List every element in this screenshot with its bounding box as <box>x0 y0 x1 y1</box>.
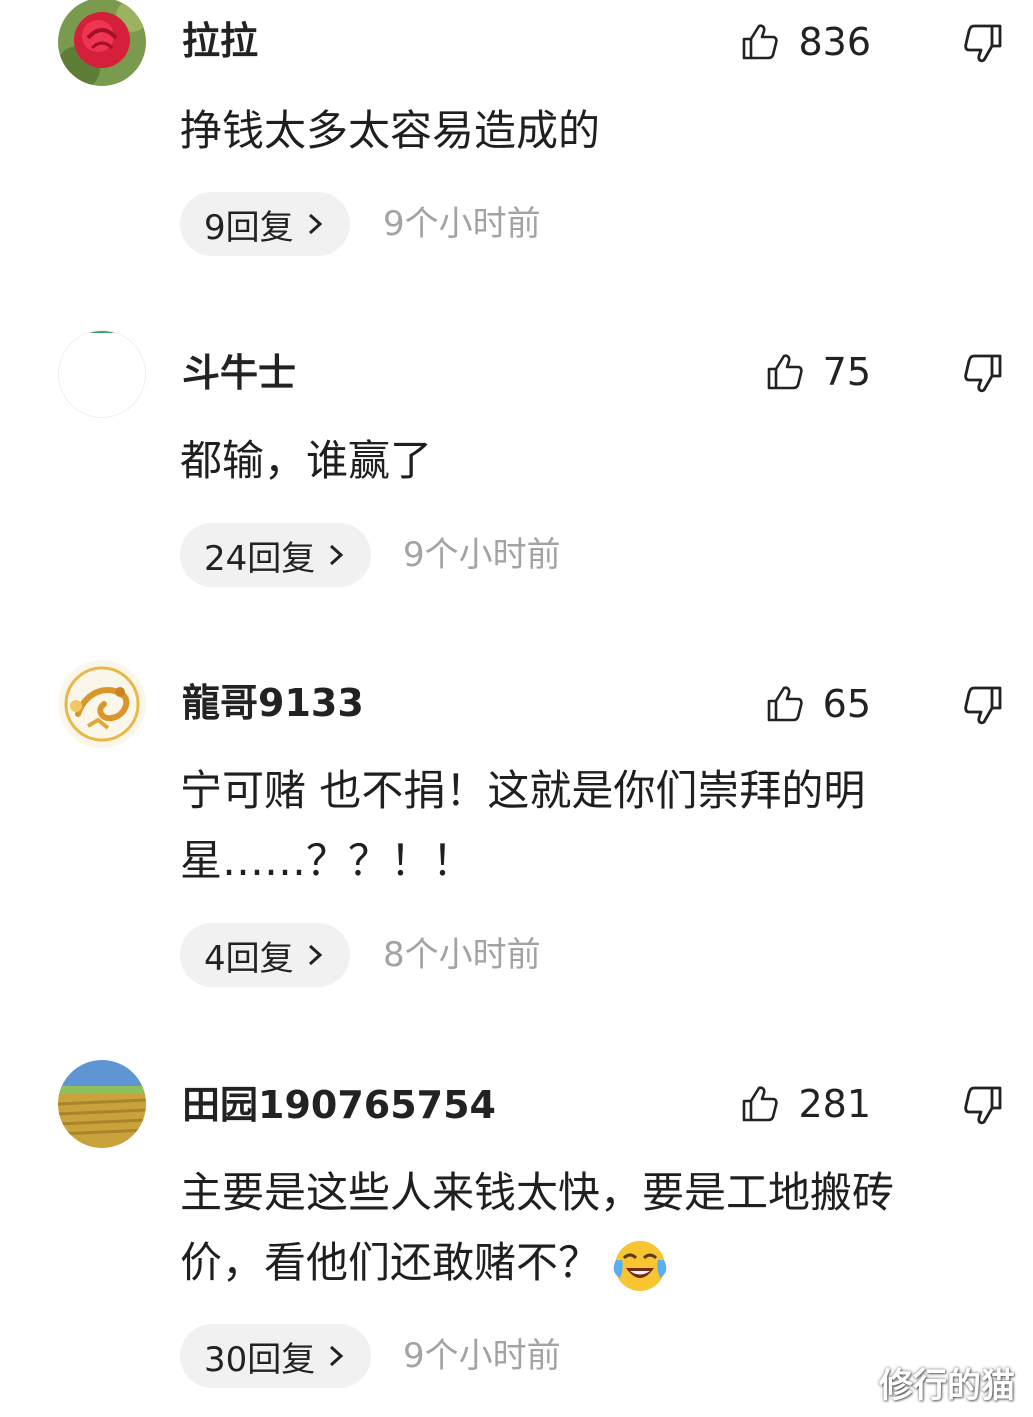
thumb-down-icon[interactable] <box>960 684 1004 728</box>
like-count: 65 <box>822 682 871 726</box>
thumb-up-icon <box>743 24 779 60</box>
thumb-up-icon <box>743 1086 779 1122</box>
reply-count: 30回复 <box>204 1339 316 1380</box>
like-count: 281 <box>798 1082 871 1126</box>
reply-button[interactable]: 9回复 <box>180 192 350 256</box>
comment-text: 宁可赌 也不捐！这就是你们崇拜的明 星……？？！！ <box>180 756 980 896</box>
comment-line-text: 价，看他们还敢赌不？ <box>180 1238 601 1287</box>
username[interactable]: 田园190765754 <box>182 1086 496 1124</box>
like-button[interactable]: 281 <box>740 1082 871 1126</box>
comment-line: 主要是这些人来钱太快，要是工地搬砖 <box>180 1168 895 1217</box>
reply-count: 24回复 <box>204 538 316 579</box>
avatar[interactable] <box>58 660 146 748</box>
like-count: 836 <box>798 20 871 64</box>
comment-line: 星……？？！！ <box>180 836 475 885</box>
chevron-right-icon <box>330 544 344 566</box>
username[interactable]: 龍哥9133 <box>182 684 364 722</box>
comment-text: 都输，谁赢了 <box>180 426 980 496</box>
reply-button[interactable]: 24回复 <box>180 523 372 587</box>
chevron-right-icon <box>308 944 322 966</box>
thumb-down-icon[interactable] <box>960 1084 1004 1128</box>
comment-line: 价，看他们还敢赌不？ <box>180 1228 980 1298</box>
avatar[interactable] <box>58 0 146 86</box>
comment-text: 主要是这些人来钱太快，要是工地搬砖 价，看他们还敢赌不？ <box>180 1158 980 1298</box>
username[interactable]: 拉拉 <box>182 22 258 60</box>
comment-line: 挣钱太多太容易造成的 <box>180 106 601 155</box>
reply-count: 4回复 <box>204 938 294 979</box>
timestamp: 8个小时前 <box>383 935 541 975</box>
username[interactable]: 斗牛士 <box>182 354 296 392</box>
like-button[interactable]: 75 <box>765 350 871 394</box>
thumb-down-icon[interactable] <box>960 352 1004 396</box>
avatar[interactable] <box>58 330 146 418</box>
like-button[interactable]: 65 <box>765 682 871 726</box>
timestamp: 9个小时前 <box>403 1336 561 1376</box>
chevron-right-icon <box>330 1345 344 1367</box>
reply-button[interactable]: 30回复 <box>180 1324 372 1388</box>
thumb-up-icon <box>767 354 803 390</box>
avatar[interactable] <box>58 1060 146 1148</box>
comment-line: 宁可赌 也不捐！这就是你们崇拜的明 <box>180 766 866 815</box>
like-button[interactable]: 836 <box>740 20 871 64</box>
comment-line: 都输，谁赢了 <box>180 436 433 485</box>
reply-count: 9回复 <box>204 207 294 248</box>
timestamp: 9个小时前 <box>383 204 541 244</box>
reply-button[interactable]: 4回复 <box>180 923 350 987</box>
thumb-down-icon[interactable] <box>960 22 1004 66</box>
watermark: 修行的猫 <box>879 1366 1015 1406</box>
crying-laughing-emoji <box>613 1240 667 1291</box>
chevron-right-icon <box>308 213 322 235</box>
timestamp: 9个小时前 <box>403 535 561 575</box>
thumb-up-icon <box>767 686 803 722</box>
like-count: 75 <box>822 350 871 394</box>
comment-text: 挣钱太多太容易造成的 <box>180 96 980 166</box>
